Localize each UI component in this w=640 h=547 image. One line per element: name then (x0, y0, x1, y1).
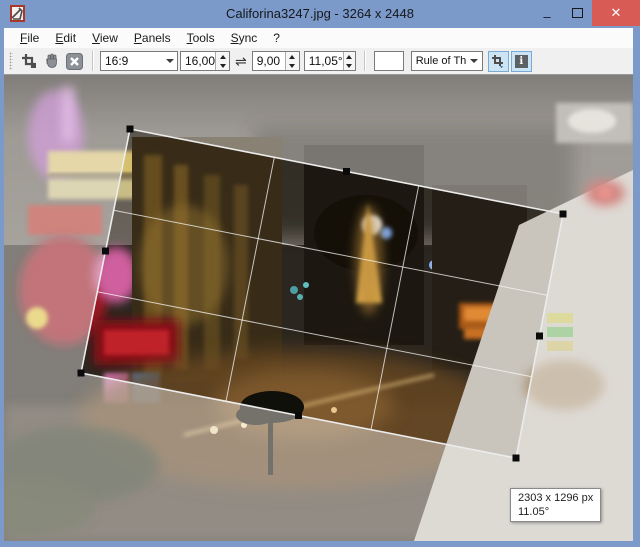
crop-size-text: 2303 x 1296 px (518, 491, 593, 505)
crop-height-value: 9,00 (253, 52, 285, 70)
close-button[interactable]: ✕ (592, 0, 640, 26)
crop-handle-bottom-right[interactable] (513, 455, 520, 462)
crop-width-value: 16,00 (181, 52, 215, 70)
crop-handle-left[interactable] (102, 248, 109, 255)
chevron-down-icon (162, 59, 177, 63)
chevron-down-icon (467, 59, 482, 63)
crop-icon (21, 53, 37, 69)
swap-dimensions-button[interactable]: ⇌ (232, 53, 250, 70)
toolbar: 16:9 16,00 ⇌ 9,00 11,05° (4, 48, 633, 75)
rotation-angle-value: 11,05° (305, 52, 343, 70)
toolbar-separator (364, 51, 366, 71)
spin-up-button[interactable] (286, 52, 299, 61)
pan-tool-button[interactable] (41, 51, 62, 72)
auto-crop-toggle-button[interactable] (488, 51, 509, 72)
minimize-button[interactable]: – (532, 0, 562, 26)
menu-bar: File Edit View Panels Tools Sync ? (4, 28, 633, 48)
crop-handle-top-left[interactable] (127, 126, 134, 133)
app-window: Califorina3247.jpg - 3264 x 2448 – ✕ Fil… (0, 0, 640, 547)
menu-edit[interactable]: Edit (47, 29, 84, 47)
aspect-ratio-value: 16:9 (101, 54, 162, 68)
menu-panels[interactable]: Panels (126, 29, 179, 47)
crop-handle-top-right[interactable] (560, 211, 567, 218)
info-overlay-toggle-button[interactable]: i (511, 51, 532, 72)
close-x-icon (66, 53, 83, 70)
maximize-icon (572, 8, 583, 18)
crop-arrow-icon (491, 54, 505, 68)
hand-icon (44, 53, 60, 69)
photo-view (4, 75, 633, 541)
menu-view[interactable]: View (84, 29, 126, 47)
spin-down-button[interactable] (286, 61, 299, 70)
crop-tool-button[interactable] (18, 51, 39, 72)
spin-down-button[interactable] (216, 61, 229, 70)
menu-help[interactable]: ? (265, 29, 288, 47)
grid-overlay-value: Rule of Thirds (412, 55, 467, 67)
crop-angle-text: 11.05° (518, 505, 593, 519)
toolbar-separator (92, 51, 94, 71)
menu-file[interactable]: File (12, 29, 47, 47)
cancel-crop-button[interactable] (64, 51, 85, 72)
spin-up-button[interactable] (344, 52, 355, 61)
title-bar[interactable]: Califorina3247.jpg - 3264 x 2448 – ✕ (0, 0, 640, 28)
menu-tools[interactable]: Tools (179, 29, 223, 47)
crop-handle-bottom-left[interactable] (78, 370, 85, 377)
spin-down-button[interactable] (344, 61, 355, 70)
grid-overlay-select[interactable]: Rule of Thirds (411, 51, 483, 71)
spin-up-button[interactable] (216, 52, 229, 61)
background-color-swatch[interactable] (374, 51, 404, 71)
maximize-button[interactable] (562, 0, 592, 26)
crop-handle-top[interactable] (343, 168, 350, 175)
aspect-ratio-select[interactable]: 16:9 (100, 51, 178, 71)
crop-height-stepper[interactable]: 9,00 (252, 51, 300, 71)
crop-width-stepper[interactable]: 16,00 (180, 51, 230, 71)
menu-sync[interactable]: Sync (223, 29, 266, 47)
crop-info-tooltip: 2303 x 1296 px 11.05° (510, 488, 601, 522)
rotation-angle-stepper[interactable]: 11,05° (304, 51, 356, 71)
toolbar-gripper[interactable] (9, 52, 13, 70)
image-canvas[interactable]: 2303 x 1296 px 11.05° (4, 75, 633, 541)
crop-handle-bottom[interactable] (295, 412, 302, 419)
crop-handle-right[interactable] (536, 333, 543, 340)
info-icon: i (515, 55, 528, 68)
